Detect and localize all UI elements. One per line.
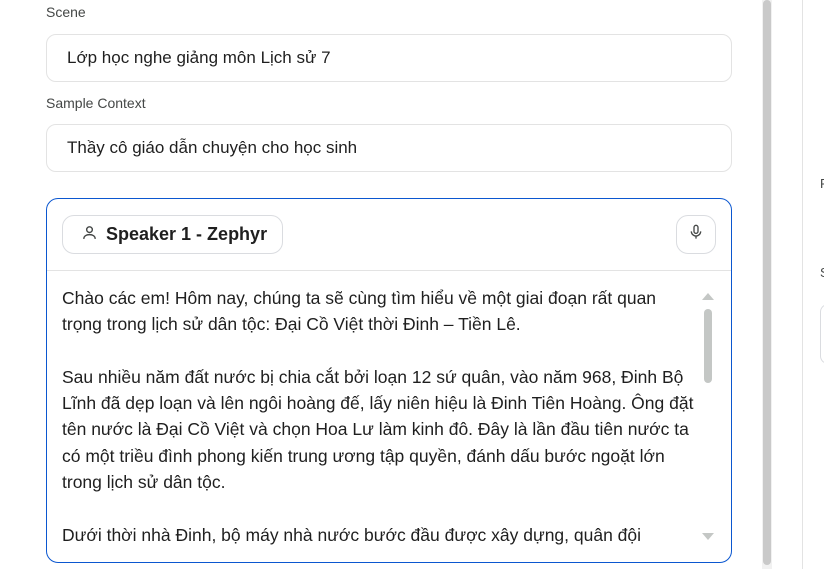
right-panel-divider — [802, 0, 803, 569]
right-panel-glyph: F — [820, 176, 824, 191]
scroll-up-arrow-icon[interactable] — [702, 293, 714, 300]
speaker-select-button[interactable]: Speaker 1 - Zephyr — [62, 215, 284, 254]
speaker-card: Speaker 1 - Zephyr Chào các em! Hôm nay,… — [46, 198, 732, 563]
transcript-paragraph: Chào các em! Hôm nay, chúng ta sẽ cùng t… — [62, 288, 657, 335]
right-panel-glyph: S — [820, 265, 824, 280]
person-icon — [81, 224, 98, 246]
transcript-paragraph: Sau nhiều năm đất nước bị chia cắt bởi l… — [62, 366, 694, 493]
sample-context-input[interactable]: Thầy cô giáo dẫn chuyện cho học sinh — [46, 124, 732, 172]
scroll-down-arrow-icon[interactable] — [702, 533, 714, 540]
transcript-scrollbar-thumb[interactable] — [704, 309, 712, 383]
microphone-button[interactable] — [676, 215, 716, 254]
speaker-label: Speaker 1 - Zephyr — [106, 224, 268, 244]
right-panel-control[interactable] — [820, 304, 824, 364]
scene-input[interactable]: Lớp học nghe giảng môn Lịch sử 7 — [46, 34, 732, 82]
page-scrollbar-thumb[interactable] — [763, 0, 771, 565]
microphone-icon — [688, 222, 704, 247]
page-scrollbar[interactable] — [762, 0, 772, 569]
prompt-settings-panel: Scene Lớp học nghe giảng môn Lịch sử 7 S… — [0, 0, 824, 569]
transcript-textarea[interactable]: Chào các em! Hôm nay, chúng ta sẽ cùng t… — [62, 285, 697, 555]
scene-label: Scene — [46, 4, 86, 20]
transcript-paragraph: Dưới thời nhà Đinh, bộ máy nhà nước bước… — [62, 524, 642, 545]
sample-context-label: Sample Context — [46, 95, 146, 111]
speaker-card-header: Speaker 1 - Zephyr — [47, 199, 731, 271]
